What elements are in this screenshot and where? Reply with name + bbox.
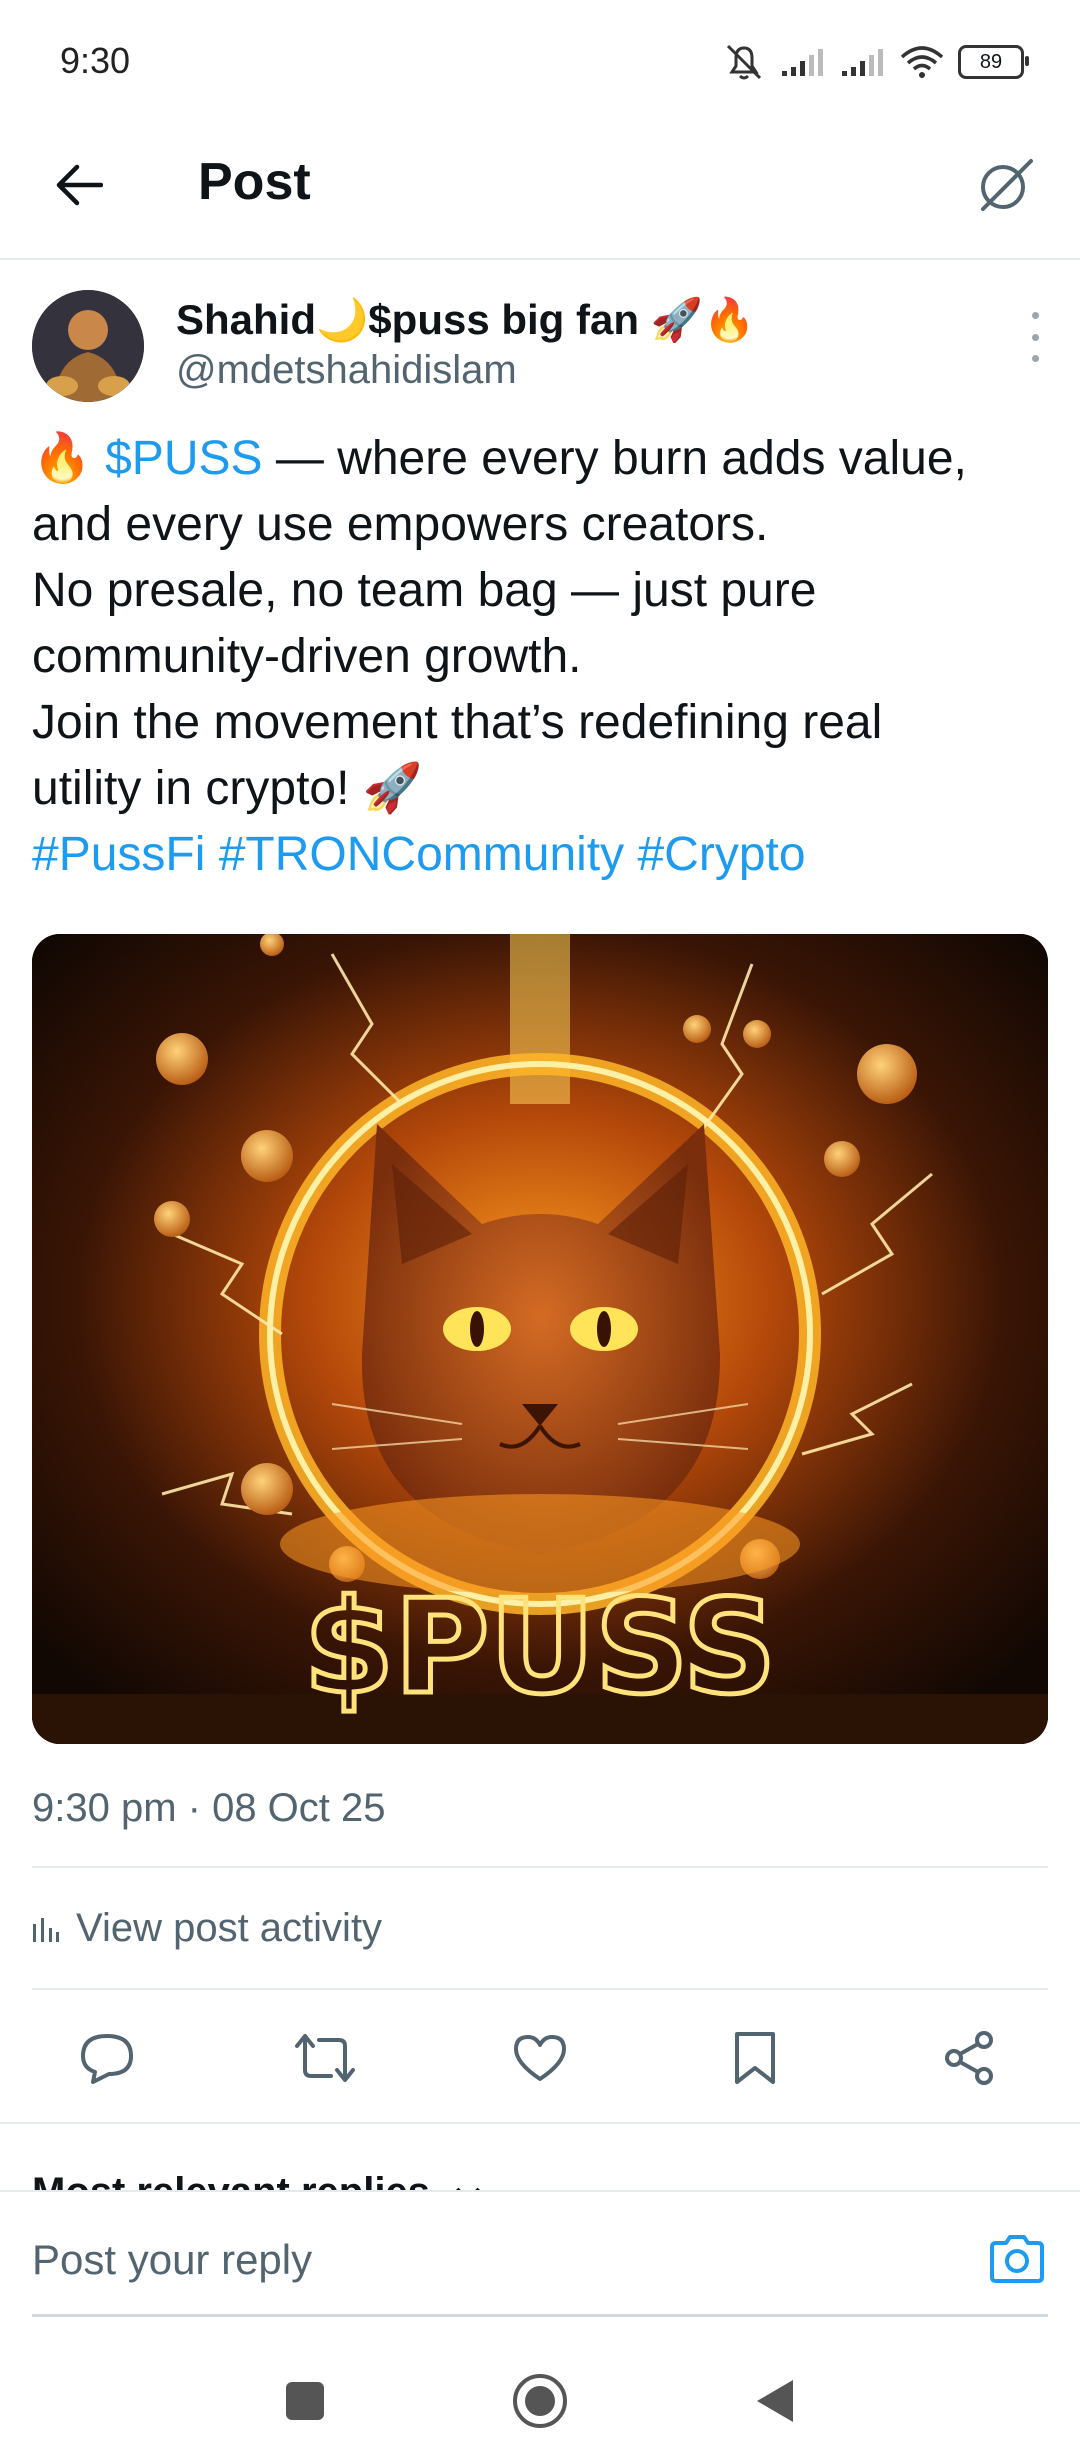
post-line-2: and every use empowers creators.: [32, 498, 769, 551]
battery-indicator: 89: [958, 45, 1029, 79]
post-text: 🔥 $PUSS — where every burn adds value, a…: [32, 426, 1042, 888]
system-nav-bar: [0, 2330, 1080, 2460]
view-post-activity-label: View post activity: [76, 1906, 383, 1950]
reply-icon: [81, 2034, 133, 2084]
post-timestamp: 9:30 pm · 08 Oct 25: [32, 1786, 386, 1830]
top-app-bar: [0, 130, 1080, 260]
post-line-5: Join the movement that’s redefining real: [32, 696, 883, 749]
back-nav-button[interactable]: [740, 2366, 810, 2436]
like-button[interactable]: [490, 2008, 590, 2108]
divider: [32, 1988, 1048, 1990]
view-post-activity-link[interactable]: View post activity: [32, 1906, 382, 1951]
home-button[interactable]: [505, 2366, 575, 2436]
avatar-image: [32, 290, 144, 402]
grok-icon: [981, 159, 1033, 211]
signal-icon-2: [842, 49, 883, 76]
fire-emoji: 🔥: [32, 432, 92, 485]
post-line-6: utility in crypto! 🚀: [32, 762, 423, 815]
status-icons: 89: [722, 40, 1029, 84]
reply-input[interactable]: Post your reply: [32, 2236, 312, 2284]
reply-underline: [32, 2314, 1048, 2317]
mute-bell-icon: [726, 44, 762, 80]
more-options-button[interactable]: [1020, 312, 1050, 362]
hashtag-crypto[interactable]: #Crypto: [637, 828, 805, 881]
post-image[interactable]: $PUSS: [32, 934, 1048, 1744]
grok-button[interactable]: [970, 150, 1040, 220]
post-line-1-text: — where every burn adds value,: [262, 432, 967, 485]
divider: [0, 2122, 1080, 2124]
hashtags: #PussFi #TRONCommunity #Crypto: [32, 822, 1042, 888]
dot: [1031, 333, 1039, 341]
back-button[interactable]: [44, 150, 114, 220]
heart-icon: [514, 2035, 566, 2081]
post-line-3: No presale, no team bag — just pure: [32, 564, 817, 617]
status-time: 9:30: [60, 40, 131, 81]
battery-level: 89: [979, 50, 1003, 73]
home-circle-icon: [513, 2374, 567, 2428]
camera-button[interactable]: [984, 2226, 1050, 2292]
wifi-icon: [900, 46, 944, 78]
back-triangle-icon: [757, 2380, 793, 2422]
author-handle[interactable]: @mdetshahidislam: [176, 348, 517, 393]
hashtag-troncommunity[interactable]: #TRONCommunity: [219, 828, 624, 881]
share-icon: [945, 2031, 993, 2085]
reply-button[interactable]: [57, 2008, 157, 2108]
bookmark-button[interactable]: [705, 2008, 805, 2108]
author-name[interactable]: Shahid🌙$puss big fan 🚀🔥: [176, 296, 755, 345]
page-title: Post: [198, 153, 311, 211]
repost-button[interactable]: [275, 2008, 375, 2108]
dot: [1031, 312, 1039, 319]
avatar[interactable]: [32, 290, 144, 402]
post-actions: [0, 2008, 1080, 2108]
bookmark-icon: [735, 2032, 775, 2084]
square-icon: [286, 2382, 324, 2420]
cashtag-link[interactable]: $PUSS: [105, 432, 262, 485]
cat-artwork: $PUSS: [32, 934, 1048, 1744]
divider: [32, 1866, 1048, 1868]
post-line-1: 🔥 $PUSS — where every burn adds value,: [32, 426, 1042, 492]
share-button[interactable]: [920, 2008, 1020, 2108]
signal-icon: [782, 49, 823, 76]
repost-icon: [295, 2034, 355, 2082]
recents-button[interactable]: [270, 2366, 340, 2436]
dot: [1031, 355, 1039, 362]
back-arrow-icon: [56, 164, 103, 206]
image-text: $PUSS: [304, 1571, 777, 1723]
post-line-4: community-driven growth.: [32, 630, 582, 683]
camera-icon: [990, 2235, 1044, 2283]
hashtag-pussfi[interactable]: #PussFi: [32, 828, 205, 881]
analytics-icon: [33, 1917, 59, 1942]
